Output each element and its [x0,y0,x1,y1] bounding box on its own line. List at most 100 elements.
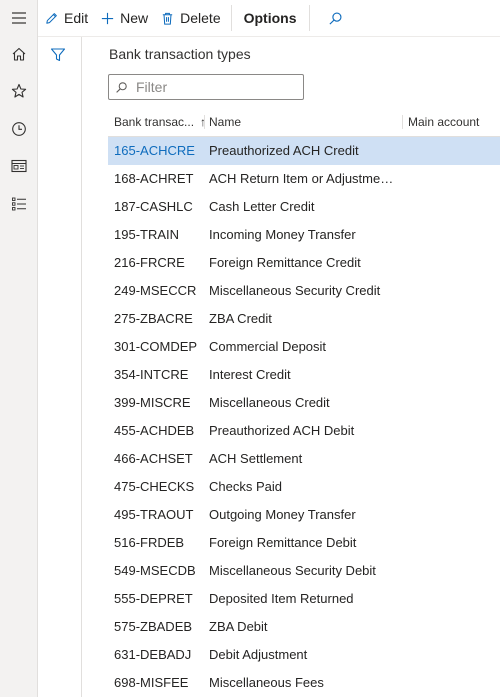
quick-filter[interactable] [108,74,304,100]
edit-button[interactable]: Edit [38,0,94,36]
table-row[interactable]: 399-MISCRE Miscellaneous Credit [108,389,500,417]
options-label: Options [243,10,297,26]
name-cell: Miscellaneous Security Credit [209,283,381,298]
show-filters-button[interactable] [50,47,66,68]
name-cell: Miscellaneous Credit [209,395,330,410]
table-row[interactable]: 455-ACHDEB Preauthorized ACH Debit [108,417,500,445]
bank-transaction-type-cell[interactable]: 275-ZBACRE [114,305,193,333]
grid-header: Bank transac... ↑ Name Main account [108,108,500,137]
page-title: Bank transaction types [109,46,251,62]
bank-transaction-type-cell[interactable]: 475-CHECKS [114,473,194,501]
funnel-icon [50,48,66,62]
navigation-pane [0,0,38,697]
name-cell: ACH Settlement [209,451,303,466]
table-row[interactable]: 495-TRAOUT Outgoing Money Transfer [108,501,500,529]
pencil-icon [46,12,57,24]
bank-transaction-type-cell[interactable]: 399-MISCRE [114,389,191,417]
search-icon [328,11,342,25]
list-icon [11,197,26,211]
name-cell: Miscellaneous Security Debit [209,563,376,578]
recent-button[interactable] [0,111,37,147]
column-header-label: Bank transac... [114,115,195,129]
toolbar-divider [230,5,232,31]
bank-transaction-type-cell[interactable]: 249-MSECCR [114,277,196,305]
column-header-main-account[interactable]: Main account [408,108,500,136]
name-cell: Outgoing Money Transfer [209,507,356,522]
name-cell: Debit Adjustment [209,647,308,662]
filter-input[interactable] [134,78,298,96]
table-row[interactable]: 555-DEPRET Deposited Item Returned [108,585,500,613]
home-button[interactable] [0,36,37,72]
trash-icon [162,12,173,25]
name-cell: Cash Letter Credit [209,199,315,214]
grid-body: 165-ACHCRE Preauthorized ACH Credit 168-AC… [108,137,500,697]
table-row[interactable]: 301-COMDEP Commercial Deposit [108,333,500,361]
bank-transaction-type-cell[interactable]: 165-ACHCRE [114,137,195,165]
bank-transaction-type-cell[interactable]: 555-DEPRET [114,585,193,613]
column-divider[interactable] [204,115,205,129]
table-row[interactable]: 249-MSECCR Miscellaneous Security Credit [108,277,500,305]
bank-transaction-type-cell[interactable]: 455-ACHDEB [114,417,194,445]
bank-transaction-type-cell[interactable]: 354-INTCRE [114,361,188,389]
bank-transaction-type-cell[interactable]: 516-FRDEB [114,529,184,557]
bank-transaction-type-cell[interactable]: 575-ZBADEB [114,613,192,641]
table-row[interactable]: 549-MSECDB Miscellaneous Security Debit [108,557,500,585]
bank-transaction-type-cell[interactable]: 301-COMDEP [114,333,197,361]
column-header-bank-transaction-type[interactable]: Bank transac... ↑ [114,108,204,136]
table-row[interactable]: 195-TRAIN Incoming Money Transfer [108,221,500,249]
bank-transaction-type-cell[interactable]: 549-MSECDB [114,557,196,585]
name-cell: Miscellaneous Fees [209,675,324,690]
name-cell: ZBA Credit [209,311,272,326]
table-row[interactable]: 187-CASHLC Cash Letter Credit [108,193,500,221]
bank-transaction-type-cell[interactable]: 466-ACHSET [114,445,193,473]
column-header-label: Main account [408,115,480,129]
column-header-label: Name [209,115,242,129]
name-cell: ZBA Debit [209,619,268,634]
bank-transaction-type-cell[interactable]: 631-DEBADJ [114,641,191,669]
name-cell: Incoming Money Transfer [209,227,356,242]
name-cell: ACH Return Item or Adjustment ... [209,171,399,186]
name-cell: Interest Credit [209,367,291,382]
clock-icon [11,122,26,136]
table-row[interactable]: 475-CHECKS Checks Paid [108,473,500,501]
bank-transaction-type-cell[interactable]: 216-FRCRE [114,249,185,277]
delete-label: Delete [180,10,221,26]
menu-icon [11,12,26,24]
workspaces-button[interactable] [0,148,37,184]
delete-button[interactable]: Delete [154,0,226,36]
table-row[interactable]: 354-INTCRE Interest Credit [108,361,500,389]
favorites-button[interactable] [0,73,37,109]
table-row[interactable]: 516-FRDEB Foreign Remittance Debit [108,529,500,557]
table-row[interactable]: 165-ACHCRE Preauthorized ACH Credit [108,137,500,165]
column-divider[interactable] [402,115,403,129]
bank-transaction-type-cell[interactable]: 495-TRAOUT [114,501,193,529]
table-row[interactable]: 575-ZBADEB ZBA Debit [108,613,500,641]
name-cell: Preauthorized ACH Debit [209,423,355,438]
menu-button[interactable] [0,0,37,36]
home-icon [12,47,25,61]
table-row[interactable]: 216-FRCRE Foreign Remittance Credit [108,249,500,277]
edit-label: Edit [64,10,89,26]
bank-transaction-type-cell[interactable]: 698-MISFEE [114,669,188,697]
name-cell: Foreign Remittance Credit [209,255,361,270]
bank-transaction-type-cell[interactable]: 195-TRAIN [114,221,179,249]
table-row[interactable]: 698-MISFEE Miscellaneous Fees [108,669,500,697]
options-tab[interactable]: Options [236,0,305,36]
modules-button[interactable] [0,186,37,222]
search-button[interactable] [314,0,354,36]
table-row[interactable]: 168-ACHRET ACH Return Item or Adjustment … [108,165,500,193]
name-cell: Preauthorized ACH Credit [209,143,359,158]
star-icon [11,83,26,98]
bank-transaction-type-cell[interactable]: 168-ACHRET [114,165,193,193]
new-button[interactable]: New [94,0,154,36]
new-label: New [120,10,149,26]
search-icon [116,81,127,93]
action-pane: Edit New Delete Options [38,0,500,37]
table-row[interactable]: 466-ACHSET ACH Settlement [108,445,500,473]
column-header-name[interactable]: Name [209,108,399,136]
bank-transaction-type-cell[interactable]: 187-CASHLC [114,193,193,221]
table-row[interactable]: 631-DEBADJ Debit Adjustment [108,641,500,669]
table-row[interactable]: 275-ZBACRE ZBA Credit [108,305,500,333]
name-cell: Deposited Item Returned [209,591,354,606]
name-cell: Foreign Remittance Debit [209,535,357,550]
